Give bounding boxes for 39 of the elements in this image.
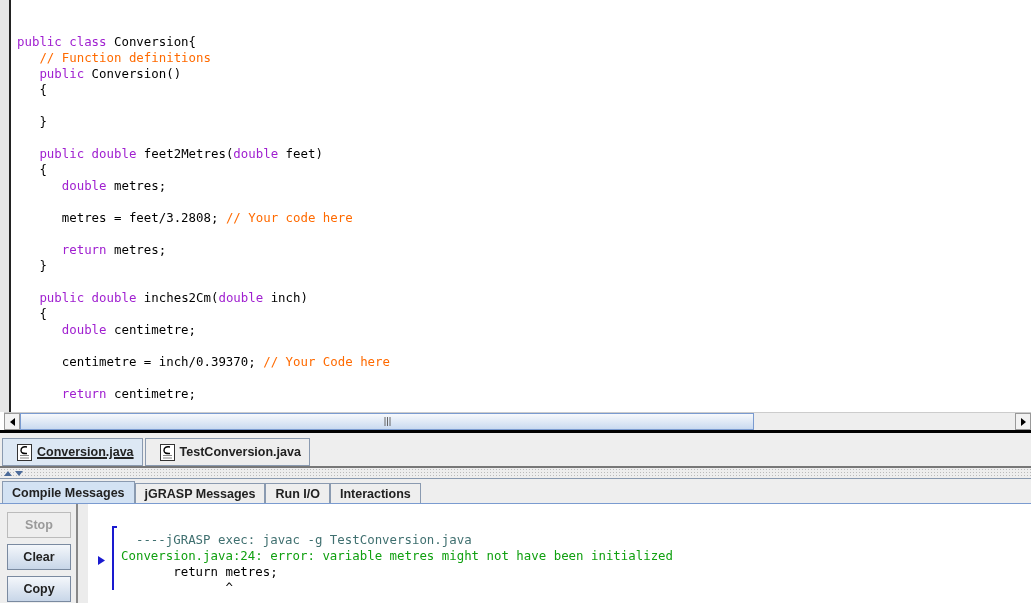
code-line: double metres; xyxy=(60,178,168,194)
message-line: Conversion.java:24: error: variable metres might not have been initialized xyxy=(121,548,674,564)
code-line: public double feet2Metres(double feet) xyxy=(38,146,324,162)
code-line: public double inches2Cm(double inch) xyxy=(38,290,309,306)
error-marker-icon xyxy=(98,556,105,565)
code-line: return centimetre; xyxy=(60,386,198,402)
code-line: { xyxy=(38,306,48,322)
scrollbar-thumb[interactable] xyxy=(20,413,754,430)
action-button[interactable]: Clear xyxy=(7,544,71,570)
message-line: return metres; xyxy=(172,564,279,580)
code-line: centimetre = inch/0.39370; // Your Code here xyxy=(60,354,391,370)
code-line: } xyxy=(38,114,48,130)
code-line: metres = feet/3.2808; // Your code here xyxy=(60,210,354,226)
code-line: public class Conversion{ xyxy=(17,34,198,50)
code-line: } xyxy=(38,258,48,274)
message-line: ^ xyxy=(224,580,234,596)
code-line: // Function definitions xyxy=(38,50,212,66)
message-tab[interactable]: Run I/O xyxy=(265,483,330,503)
java-file-icon xyxy=(17,443,32,461)
message-tab[interactable]: Interactions xyxy=(329,483,421,503)
scroll-left-button[interactable] xyxy=(4,413,20,430)
action-button[interactable]: Copy xyxy=(7,576,71,602)
message-tab[interactable]: jGRASP Messages xyxy=(134,483,266,503)
java-file-icon xyxy=(159,443,175,461)
grip-icon xyxy=(383,417,391,426)
message-bracket xyxy=(112,526,117,590)
message-line: ----jGRASP exec: javac -g TestConversion.java xyxy=(134,532,473,548)
code-line: public Conversion() xyxy=(38,66,183,82)
left-arrow-icon xyxy=(9,417,15,426)
file-tab[interactable]: TestConversion.java xyxy=(144,438,310,466)
message-tab[interactable]: Compile Messages xyxy=(2,481,135,503)
right-arrow-icon xyxy=(1020,417,1026,426)
code-line: double centimetre; xyxy=(60,322,198,338)
code-line: { xyxy=(38,162,48,178)
file-tab[interactable]: Conversion.java xyxy=(2,438,143,466)
scroll-right-button[interactable] xyxy=(1015,413,1031,430)
code-line: return metres; xyxy=(60,242,168,258)
collapse-arrows-icon[interactable] xyxy=(4,470,24,476)
code-line: { xyxy=(38,82,48,98)
